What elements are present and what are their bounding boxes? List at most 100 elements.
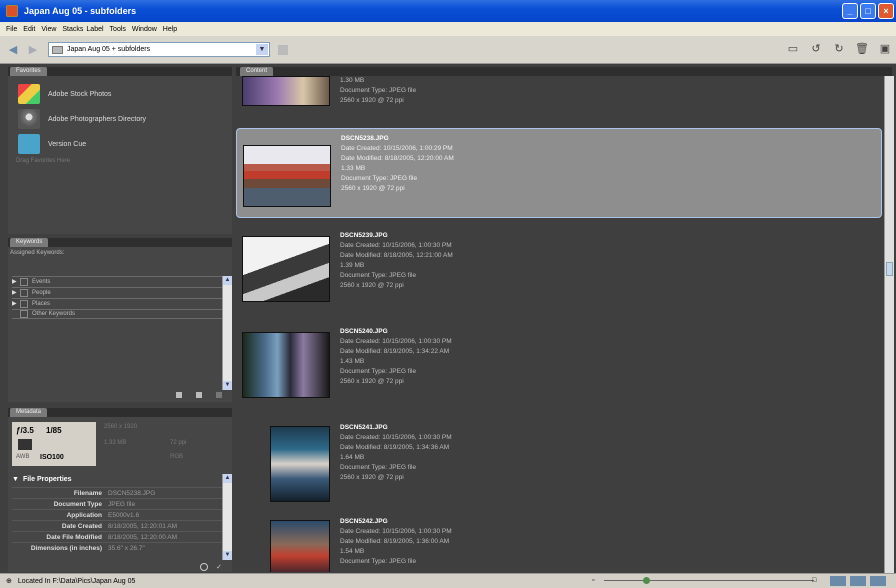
version-cue-icon xyxy=(18,134,40,154)
metadata-label: Application xyxy=(66,511,102,519)
scroll-down-icon[interactable]: ▼ xyxy=(223,551,232,560)
metadata-scrollbar[interactable]: ▲ ▼ xyxy=(222,474,232,560)
zoom-out-icon[interactable]: ▫ xyxy=(592,577,594,584)
item-created: Date Created: 10/15/2006, 1:00:30 PM xyxy=(340,338,452,345)
thumbnail-size-slider[interactable] xyxy=(604,580,814,581)
keywords-scrollbar[interactable]: ▲ ▼ xyxy=(222,276,232,390)
forward-arrow-icon[interactable]: ▶ xyxy=(26,43,40,57)
rotate-right-icon[interactable]: ↻ xyxy=(832,42,846,56)
photo-thumbnail[interactable] xyxy=(243,145,331,207)
metadata-label: Date File Modified xyxy=(46,533,102,541)
keyword-places[interactable]: ▶ Places xyxy=(12,298,222,308)
path-dropdown[interactable]: Japan Aug 05 + subfolders ▼ xyxy=(48,42,270,57)
item-created: Date Created: 10/15/2006, 1:00:30 PM xyxy=(340,528,452,535)
item-doctype: Document Type: JPEG file xyxy=(340,87,417,94)
keyword-checkbox[interactable] xyxy=(20,288,28,297)
content-item[interactable]: DSCN5242.JPG Date Created: 10/15/2006, 1… xyxy=(236,512,882,572)
item-size: 1.39 MB xyxy=(340,262,365,269)
file-properties-header[interactable]: ▼ File Properties xyxy=(12,474,222,485)
view-details-icon[interactable] xyxy=(870,576,886,586)
minimize-button[interactable]: _ xyxy=(842,3,858,19)
menu-file[interactable]: File xyxy=(6,26,17,33)
maximize-button[interactable]: □ xyxy=(860,3,876,19)
rotate-left-icon[interactable]: ↺ xyxy=(809,42,823,56)
menu-help[interactable]: Help xyxy=(163,26,177,33)
collapse-triangle-icon[interactable]: ▼ xyxy=(12,476,19,483)
content-scrollbar[interactable] xyxy=(884,76,894,573)
aperture-value: ƒ/3.5 xyxy=(16,426,34,435)
scroll-down-icon[interactable]: ▼ xyxy=(223,381,232,390)
iso-value: ISO100 xyxy=(40,454,64,461)
item-dimensions: 2560 x 1920 @ 72 ppi xyxy=(340,97,404,104)
item-modified: Date Modified: 8/18/2005, 12:21:00 AM xyxy=(340,252,453,259)
photo-thumbnail[interactable] xyxy=(242,76,330,106)
menu-view[interactable]: View xyxy=(41,26,56,33)
favorite-stock-photos[interactable]: Adobe Stock Photos xyxy=(18,84,111,104)
expand-triangle-icon[interactable]: ▶ xyxy=(12,278,20,285)
camera-download-icon[interactable]: ▭ xyxy=(786,42,800,56)
content-item-partial[interactable]: 1.30 MB Document Type: JPEG file 2560 x … xyxy=(236,76,882,120)
favorite-version-cue[interactable]: Version Cue xyxy=(18,134,86,154)
scroll-up-icon[interactable]: ▲ xyxy=(223,474,232,483)
content-item[interactable]: DSCN5241.JPG Date Created: 10/15/2006, 1… xyxy=(236,418,882,508)
metadata-label: Document Type xyxy=(53,500,102,508)
metadata-label: Date Created xyxy=(61,522,102,530)
edit-metadata-icon[interactable] xyxy=(200,563,208,571)
metadata-row: Dimensions (in inches) 35.6" x 26.7" xyxy=(12,542,222,553)
tab-content[interactable]: Content xyxy=(240,67,274,76)
keyword-checkbox[interactable] xyxy=(20,310,28,318)
photo-thumbnail[interactable] xyxy=(270,426,330,502)
keyword-label: Places xyxy=(32,300,51,307)
item-created: Date Created: 10/15/2006, 1:00:30 PM xyxy=(340,434,452,441)
path-current: Japan Aug 05 + subfolders xyxy=(67,46,151,53)
keyword-people[interactable]: ▶ People xyxy=(12,287,222,297)
favorite-photographers-directory[interactable]: Adobe Photographers Directory xyxy=(18,109,146,129)
scroll-up-icon[interactable]: ▲ xyxy=(223,276,232,285)
menu-stacks[interactable]: Stacks xyxy=(62,26,83,33)
menu-tools[interactable]: Tools xyxy=(110,26,126,33)
new-keyword-icon[interactable] xyxy=(176,392,182,398)
menu-label[interactable]: Label xyxy=(86,26,103,33)
menu-window[interactable]: Window xyxy=(132,26,157,33)
content-item-selected[interactable]: DSCN5238.JPG Date Created: 10/15/2006, 1… xyxy=(236,128,882,218)
view-filmstrip-icon[interactable] xyxy=(850,576,866,586)
tab-keywords[interactable]: Keywords xyxy=(10,238,49,247)
item-filename: DSCN5239.JPG xyxy=(340,232,388,239)
dimensions-pixels: 2560 x 1920 xyxy=(104,424,138,430)
drag-favorites-hint: Drag Favorites Here xyxy=(16,158,71,164)
delete-keyword-icon[interactable] xyxy=(216,392,222,398)
content-item[interactable]: DSCN5240.JPG Date Created: 10/15/2006, 1… xyxy=(236,322,882,412)
content-item[interactable]: DSCN5239.JPG Date Created: 10/15/2006, 1… xyxy=(236,226,882,316)
item-doctype: Document Type: JPEG file xyxy=(341,175,418,182)
item-size: 1.43 MB xyxy=(340,358,365,365)
expand-triangle-icon[interactable]: ▶ xyxy=(12,289,20,296)
apply-metadata-icon[interactable]: ✓ xyxy=(216,563,222,571)
item-filename: DSCN5238.JPG xyxy=(341,135,389,142)
new-sub-keyword-icon[interactable] xyxy=(196,392,202,398)
view-thumbnails-icon[interactable] xyxy=(830,576,846,586)
app-icon xyxy=(6,5,18,17)
expand-triangle-icon[interactable]: ▶ xyxy=(12,300,20,307)
compact-mode-icon[interactable]: ▣ xyxy=(878,42,892,56)
keyword-other[interactable]: Other Keywords xyxy=(12,309,222,319)
photo-thumbnail[interactable] xyxy=(242,236,330,302)
photo-thumbnail[interactable] xyxy=(270,520,330,572)
photo-thumbnail[interactable] xyxy=(242,332,330,398)
scroll-thumb[interactable] xyxy=(886,262,893,276)
go-up-icon[interactable] xyxy=(278,44,288,55)
slider-handle[interactable] xyxy=(643,577,650,584)
tab-metadata[interactable]: Metadata xyxy=(10,408,48,417)
trash-icon[interactable]: 🗑 xyxy=(855,42,869,56)
camera-tripod-icon xyxy=(18,109,40,129)
location-path: Located In F:\Data\Pics\Japan Aug 05 xyxy=(17,577,136,585)
close-button[interactable]: × xyxy=(878,3,894,19)
keyword-checkbox[interactable] xyxy=(20,277,28,286)
back-arrow-icon[interactable]: ◀ xyxy=(6,43,20,57)
keyword-checkbox[interactable] xyxy=(20,299,28,308)
keyword-events[interactable]: ▶ Events xyxy=(12,276,222,286)
tab-favorites[interactable]: Favorites xyxy=(10,67,47,76)
menu-edit[interactable]: Edit xyxy=(23,26,35,33)
zoom-in-icon[interactable]: □ xyxy=(812,577,816,584)
file-size: 1.33 MB xyxy=(104,440,127,446)
chevron-down-icon[interactable]: ▼ xyxy=(256,44,268,55)
